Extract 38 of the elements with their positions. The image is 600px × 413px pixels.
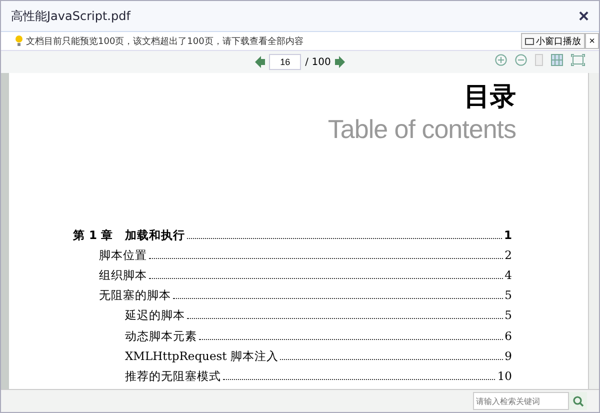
scrollbar[interactable] — [588, 73, 599, 389]
next-page-icon[interactable] — [334, 56, 345, 68]
page-total: / 100 — [305, 56, 331, 68]
toc-entry-title: 动态脚本元素 — [125, 328, 197, 344]
zoom-in-icon[interactable] — [495, 54, 507, 66]
toc-page-number: 5 — [504, 288, 512, 302]
search-icon — [572, 396, 584, 406]
toc-page-number: 6 — [504, 328, 512, 342]
toc-page-number: 10 — [497, 368, 512, 383]
toc-page-number: 5 — [504, 308, 512, 322]
single-page-icon[interactable] — [535, 54, 543, 66]
notice-text: 文档目前只能预览100页，该文档超出了100页，请下载查看全部内容 — [26, 36, 304, 48]
toc-entry-title: 组织脚本 — [99, 268, 147, 283]
search-button[interactable] — [569, 392, 587, 410]
page-number-field[interactable]: 16 — [269, 54, 302, 70]
toc-page-number: 9 — [504, 348, 512, 363]
zoom-out-icon[interactable] — [515, 54, 527, 66]
search-field[interactable]: 请输入检索关键词 — [473, 392, 569, 410]
lightbulb-icon — [15, 35, 23, 47]
toc-page-number: 1 — [504, 228, 512, 242]
previous-page-icon[interactable] — [255, 56, 266, 68]
close-button[interactable]: × — [585, 33, 599, 49]
window-title: 高性能JavaScript.pdf — [11, 8, 130, 24]
mini-window-button[interactable]: 小窗口播放 — [521, 33, 586, 49]
page-subheading: Table of contents — [328, 114, 516, 145]
toc-entry-title: 无阻塞的脚本 — [99, 288, 171, 304]
toc-entry-title: 脚本位置 — [99, 248, 147, 263]
close-button[interactable]: × — [578, 6, 589, 26]
toc-page-number: 4 — [504, 268, 512, 282]
toc-page-number: 2 — [504, 248, 512, 262]
toc-entry-title: XMLHttpRequest 脚本注入 — [125, 348, 278, 364]
toc-entry-title: 第 1 章 加载和执行 — [73, 228, 186, 243]
toc-entry-title: 推荐的无阻塞模式 — [125, 368, 221, 384]
toc-entry-title: 延迟的脚本 — [125, 308, 185, 324]
grid-view-icon[interactable] — [551, 54, 563, 66]
fullscreen-icon[interactable] — [571, 54, 585, 66]
tv-icon — [525, 37, 534, 45]
page-heading: 目录 — [464, 81, 516, 114]
